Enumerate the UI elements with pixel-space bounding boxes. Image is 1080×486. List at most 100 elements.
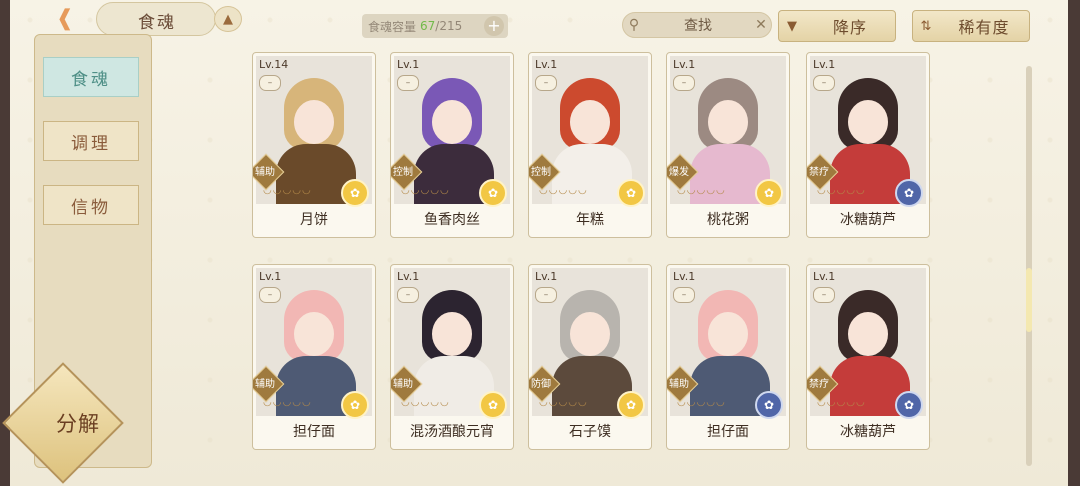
star-icon: ◡ <box>292 185 301 196</box>
element-icon: ✿ <box>895 179 923 207</box>
card-name: 年糕 <box>576 212 604 228</box>
shihun-card[interactable]: Lv.1– 辅助 ◡ ◡ ◡ ◡ ◡ ✿ 混汤酒酿元宵 <box>390 264 514 450</box>
star-icon: ◡ <box>715 185 725 196</box>
level-label: Lv.1 <box>397 270 420 283</box>
shihun-card[interactable]: Lv.1– 辅助 ◡ ◡ ◡ ◡ ◡ ✿ 担仔面 <box>252 264 376 450</box>
portrait-face <box>848 100 888 144</box>
card-name: 担仔面 <box>293 424 335 440</box>
search-icon: ⚲ <box>628 17 640 33</box>
star-rating: ◡ ◡ ◡ ◡ ◡ <box>817 397 866 408</box>
star-icon: ◡ <box>548 185 558 196</box>
star-icon: ◡ <box>420 185 429 196</box>
star-icon: ◡ <box>282 185 291 196</box>
bond-icon: – <box>259 287 281 303</box>
star-icon: ◡ <box>846 397 855 408</box>
sidebar-item-tiaoli[interactable]: 调理 <box>43 121 139 161</box>
shihun-card[interactable]: Lv.1– 爆发 ◡ ◡ ◡ ◡ ◡ ✿ 桃花粥 <box>666 52 790 238</box>
role-label: 辅助 <box>255 167 275 178</box>
sort-order-button[interactable]: ▼ 降序 <box>778 10 896 42</box>
card-name: 石子馍 <box>569 424 611 440</box>
star-icon: ◡ <box>817 185 826 196</box>
sidebar-item-xinwu[interactable]: 信物 <box>43 185 139 225</box>
portrait-face <box>708 100 748 144</box>
bond-icon: – <box>813 75 835 91</box>
scroll-thumb[interactable] <box>1026 268 1032 332</box>
home-button[interactable]: ▲ <box>214 6 242 32</box>
bond-icon: – <box>813 287 835 303</box>
home-icon: ▲ <box>223 11 233 27</box>
star-rating: ◡ ◡ ◡ ◡ ◡ <box>401 397 450 408</box>
star-rating: ◡ ◡ ◡ ◡ ◡ <box>263 397 312 408</box>
role-label: 禁疗 <box>809 379 829 390</box>
shihun-card[interactable]: Lv.1– 防御 ◡ ◡ ◡ ◡ ◡ ✿ 石子馍 <box>528 264 652 450</box>
star-icon: ◡ <box>577 397 587 408</box>
card-name: 担仔面 <box>707 424 749 440</box>
star-rating: ◡ ◡ ◡ ◡ ◡ <box>677 185 726 196</box>
scrollbar[interactable] <box>1026 66 1032 466</box>
portrait-face <box>294 312 334 356</box>
star-icon: ◡ <box>826 185 836 196</box>
clear-icon[interactable]: ✕ <box>751 17 771 33</box>
shihun-card[interactable]: Lv.14– 辅助 ◡ ◡ ◡ ◡ ◡ ✿ 月饼 <box>252 52 376 238</box>
star-icon: ◡ <box>677 397 686 408</box>
role-label: 控制 <box>393 167 413 178</box>
element-icon: ✿ <box>479 391 507 419</box>
role-label: 防御 <box>531 379 551 390</box>
star-icon: ◡ <box>401 397 410 408</box>
page-title: 食魂 <box>138 13 176 33</box>
shihun-card[interactable]: Lv.1– 控制 ◡ ◡ ◡ ◡ ◡ ✿ 年糕 <box>528 52 652 238</box>
card-name: 冰糖葫芦 <box>840 212 896 228</box>
star-icon: ◡ <box>677 185 686 196</box>
decompose-label: 分解 <box>56 412 100 436</box>
star-rating: ◡ ◡ ◡ ◡ ◡ <box>539 397 588 408</box>
star-rating: ◡ ◡ ◡ ◡ ◡ <box>539 185 588 196</box>
back-button[interactable]: ❰ <box>40 2 90 34</box>
level-label: Lv.1 <box>535 58 558 71</box>
capacity-used: 67 <box>420 19 436 33</box>
portrait-face <box>570 312 610 356</box>
star-icon: ◡ <box>558 185 567 196</box>
sort-field-button[interactable]: ⇅ 稀有度 <box>912 10 1030 42</box>
role-label: 控制 <box>531 167 551 178</box>
role-label: 辅助 <box>255 379 275 390</box>
bond-icon: – <box>397 287 419 303</box>
sidebar-item-shihun[interactable]: 食魂 <box>43 57 139 97</box>
shihun-card[interactable]: Lv.1– 禁疗 ◡ ◡ ◡ ◡ ◡ ✿ 冰糖葫芦 <box>806 264 930 450</box>
role-label: 辅助 <box>393 379 413 390</box>
star-icon: ◡ <box>846 185 855 196</box>
level-label: Lv.1 <box>673 270 696 283</box>
shihun-card[interactable]: Lv.1– 辅助 ◡ ◡ ◡ ◡ ◡ ✿ 担仔面 <box>666 264 790 450</box>
star-icon: ◡ <box>686 185 696 196</box>
star-icon: ◡ <box>430 397 439 408</box>
level-label: Lv.14 <box>259 58 289 71</box>
star-icon: ◡ <box>401 185 410 196</box>
element-icon: ✿ <box>341 179 369 207</box>
add-capacity-button[interactable]: + <box>484 16 504 36</box>
star-icon: ◡ <box>548 397 558 408</box>
star-icon: ◡ <box>272 185 282 196</box>
shihun-card[interactable]: Lv.1– 控制 ◡ ◡ ◡ ◡ ◡ ✿ 鱼香肉丝 <box>390 52 514 238</box>
bond-icon: – <box>259 75 281 91</box>
star-icon: ◡ <box>272 397 282 408</box>
search-field[interactable]: ⚲ 查找 ✕ <box>622 12 772 38</box>
star-icon: ◡ <box>715 397 725 408</box>
card-name: 月饼 <box>300 212 328 228</box>
star-icon: ◡ <box>263 185 272 196</box>
star-icon: ◡ <box>826 397 836 408</box>
star-icon: ◡ <box>558 397 567 408</box>
star-icon: ◡ <box>855 185 865 196</box>
star-icon: ◡ <box>263 397 272 408</box>
shihun-card[interactable]: Lv.1– 禁疗 ◡ ◡ ◡ ◡ ◡ ✿ 冰糖葫芦 <box>806 52 930 238</box>
star-icon: ◡ <box>568 185 577 196</box>
level-label: Lv.1 <box>813 270 836 283</box>
portrait-face <box>570 100 610 144</box>
sort-field-icon: ⇅ <box>920 18 932 34</box>
level-label: Lv.1 <box>397 58 420 71</box>
star-icon: ◡ <box>301 397 311 408</box>
level-label: Lv.1 <box>259 270 282 283</box>
screen-frame-right <box>1068 0 1080 486</box>
star-icon: ◡ <box>686 397 696 408</box>
capacity-display: 食魂容量 67 /215 + <box>362 14 508 38</box>
star-rating: ◡ ◡ ◡ ◡ ◡ <box>401 185 450 196</box>
star-icon: ◡ <box>568 397 577 408</box>
